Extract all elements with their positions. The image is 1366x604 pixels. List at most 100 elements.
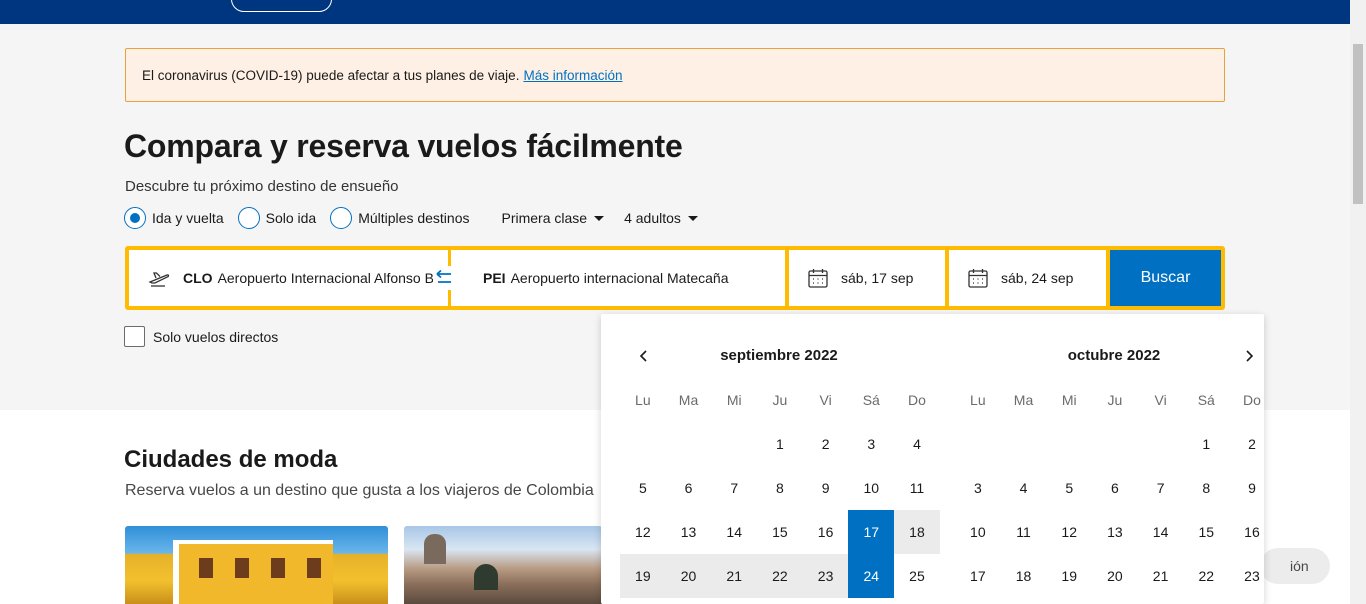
calendar-day[interactable]: 4	[1001, 466, 1047, 510]
calendar-day[interactable]: 19	[1046, 554, 1092, 598]
weekday-header: Do	[908, 392, 926, 408]
calendar-day[interactable]: 3	[848, 422, 894, 466]
calendar-day[interactable]: 24	[848, 554, 895, 598]
calendar-day[interactable]: 13	[666, 510, 712, 554]
header-pill-button[interactable]	[231, 0, 332, 12]
calendar-day[interactable]: 15	[1183, 510, 1229, 554]
chevron-right-icon	[1246, 350, 1254, 362]
top-navigation-bar	[0, 0, 1350, 24]
direct-flights-label: Solo vuelos directos	[153, 328, 279, 345]
empty-day-cell	[1092, 422, 1138, 466]
direct-flights-checkbox[interactable]: Solo vuelos directos	[124, 326, 278, 347]
calendar-day[interactable]: 3	[955, 466, 1001, 510]
weekday-header: Ma	[1013, 392, 1034, 408]
weekday-header: Do	[1243, 392, 1261, 408]
scrollbar-thumb[interactable]	[1353, 44, 1363, 204]
depart-date-field[interactable]: sáb, 17 sep	[789, 250, 945, 306]
plane-takeoff-icon	[147, 266, 171, 290]
calendar-day[interactable]: 12	[620, 510, 666, 554]
month-title: septiembre 2022	[720, 347, 838, 364]
calendar-day[interactable]: 5	[620, 466, 666, 510]
calendar-day[interactable]: 8	[1183, 466, 1229, 510]
calendar-day[interactable]: 10	[848, 466, 894, 510]
weekday-header: Sá	[862, 392, 880, 408]
return-date-field[interactable]: sáb, 24 sep	[949, 250, 1106, 306]
multi-city-radio[interactable]: Múltiples destinos	[330, 207, 469, 229]
one-way-radio[interactable]: Solo ida	[237, 207, 316, 229]
weekday-header: Sá	[1197, 392, 1215, 408]
checkbox-box[interactable]	[124, 326, 145, 347]
passengers-dropdown[interactable]: 4 adultos	[624, 210, 698, 226]
calendar-day[interactable]: 19	[620, 554, 666, 598]
calendar-day[interactable]: 8	[757, 466, 803, 510]
weekday-header: Ma	[678, 392, 699, 408]
calendar-day[interactable]: 2	[1229, 422, 1275, 466]
city-card-image[interactable]	[404, 526, 602, 604]
calendar-day[interactable]: 25	[894, 554, 940, 598]
calendar-day[interactable]: 23	[802, 554, 849, 598]
calendar-day[interactable]: 17	[955, 554, 1001, 598]
calendar-day[interactable]: 11	[1001, 510, 1047, 554]
calendar-day[interactable]: 20	[665, 554, 712, 598]
calendar-day[interactable]: 18	[894, 510, 940, 554]
next-month-button[interactable]	[1237, 344, 1261, 368]
calendar-day[interactable]: 18	[1001, 554, 1047, 598]
city-photo-dome	[474, 564, 498, 590]
calendar-day[interactable]: 1	[757, 422, 803, 466]
search-button[interactable]: Buscar	[1110, 250, 1221, 306]
calendar-day[interactable]: 22	[1183, 554, 1229, 598]
calendar-day[interactable]: 16	[1229, 510, 1275, 554]
month-grid: Lu Ma Mi Ju Vi Sá Do 1 2 3 4 5 6 7 8 9 10 11 12 13 14 15 16 17 1…	[620, 378, 940, 598]
notice-text: El coronavirus (COVID-19) puede afectar …	[142, 67, 520, 83]
round-trip-radio[interactable]: Ida y vuelta	[124, 207, 224, 229]
month-grid: Lu Ma Mi Ju Vi Sá Do 1 2 3 4 5 6 7 8 9 10 11 12 13 14 15 16 17 1…	[955, 378, 1275, 598]
calendar-day[interactable]: 17	[848, 510, 895, 554]
calendar-day[interactable]: 4	[894, 422, 940, 466]
calendar-day[interactable]: 6	[1092, 466, 1138, 510]
radio-circle-selected[interactable]	[124, 207, 146, 229]
calendar-day[interactable]: 13	[1092, 510, 1138, 554]
city-photo-building	[173, 540, 333, 604]
calendar-day[interactable]: 10	[955, 510, 1001, 554]
calendar-day[interactable]: 15	[757, 510, 803, 554]
page-title: Compara y reserva vuelos fácilmente	[124, 128, 683, 164]
calendar-day[interactable]: 5	[1046, 466, 1092, 510]
origin-field[interactable]: CLO Aeropuerto Internacional Alfonso Bon…	[129, 250, 448, 306]
city-photo-dome	[424, 534, 446, 564]
calendar-day[interactable]: 14	[711, 510, 757, 554]
calendar-icon	[807, 267, 829, 289]
calendar-day[interactable]: 14	[1138, 510, 1184, 554]
calendar-day[interactable]: 9	[1229, 466, 1275, 510]
more-info-link[interactable]: Más información	[523, 68, 622, 83]
calendar-day[interactable]: 21	[711, 554, 758, 598]
calendar-day[interactable]: 20	[1092, 554, 1138, 598]
caret-down-icon	[594, 215, 605, 221]
passengers-value: 4 adultos	[624, 210, 681, 226]
calendar-day[interactable]: 22	[757, 554, 803, 598]
radio-circle[interactable]	[330, 207, 353, 229]
calendar-day[interactable]: 23	[1229, 554, 1275, 598]
calendar-day[interactable]: 9	[803, 466, 849, 510]
calendar-day[interactable]: 6	[666, 466, 712, 510]
calendar-day[interactable]: 12	[1046, 510, 1092, 554]
calendar-day[interactable]: 16	[803, 510, 849, 554]
calendar-day[interactable]: 2	[803, 422, 849, 466]
calendar-day[interactable]: 7	[1138, 466, 1184, 510]
city-card-image[interactable]	[125, 526, 388, 604]
depart-date-value: sáb, 17 sep	[841, 270, 914, 286]
page-scrollbar[interactable]	[1350, 0, 1366, 604]
cabin-class-value: Primera clase	[501, 210, 588, 226]
calendar-day[interactable]: 1	[1183, 422, 1229, 466]
origin-code: CLO	[183, 270, 213, 286]
weekday-header: Mi	[726, 392, 742, 408]
cabin-class-dropdown[interactable]: Primera clase	[501, 210, 605, 226]
empty-day-cell	[620, 422, 666, 466]
radio-circle[interactable]	[237, 207, 260, 229]
calendar-day[interactable]: 7	[711, 466, 757, 510]
calendar-day[interactable]: 21	[1138, 554, 1184, 598]
covid-notice: El coronavirus (COVID-19) puede afectar …	[125, 48, 1225, 102]
calendar-day[interactable]: 11	[894, 466, 940, 510]
origin-name: Aeropuerto Internacional Alfonso Bonilla…	[217, 270, 448, 286]
destination-field[interactable]: PEI Aeropuerto internacional Matecaña	[451, 250, 785, 306]
destination-code: PEI	[483, 270, 506, 286]
